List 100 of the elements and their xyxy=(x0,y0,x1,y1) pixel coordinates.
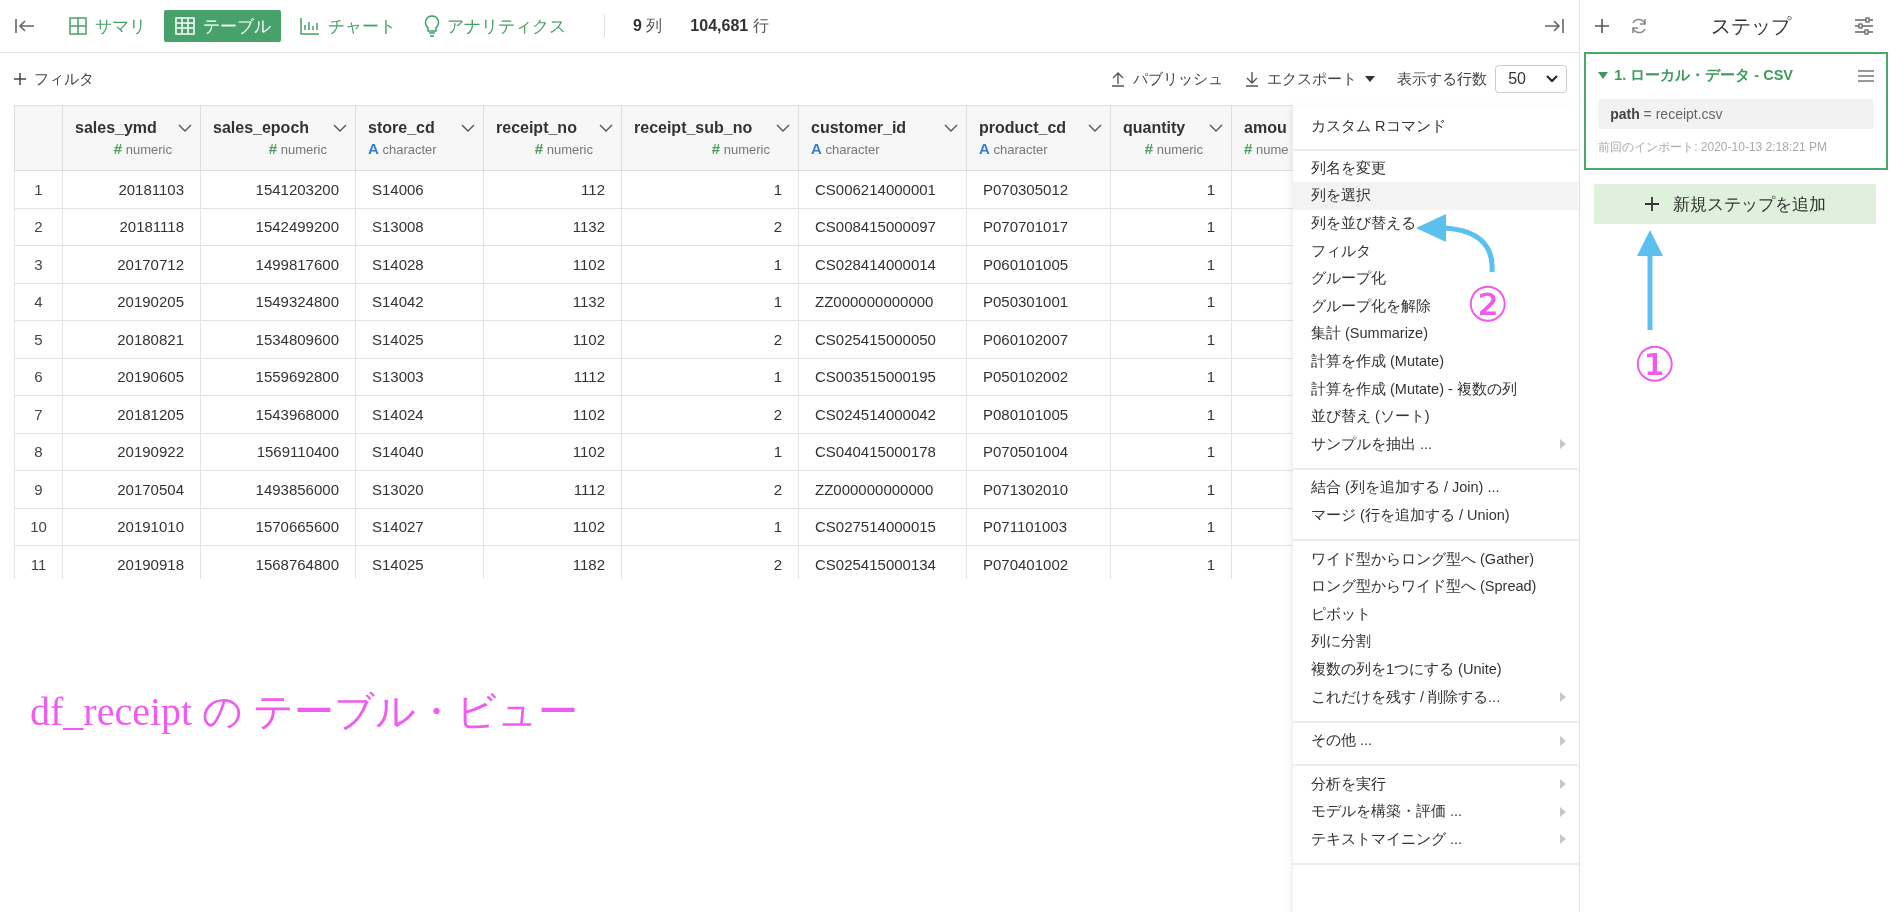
table-cell: 1 xyxy=(1110,433,1232,471)
expand-right-icon[interactable] xyxy=(1543,17,1566,35)
table-cell: S14027 xyxy=(355,508,484,546)
menu-item[interactable]: モデルを構築・評価 ... xyxy=(1293,798,1578,826)
chevron-icon[interactable] xyxy=(333,124,347,132)
column-header[interactable]: product_cd A character xyxy=(966,105,1111,171)
caret-icon xyxy=(1365,76,1376,82)
table-cell: S14025 xyxy=(355,320,484,358)
table-cell: P071101003 xyxy=(966,508,1111,546)
chevron-icon[interactable] xyxy=(944,124,958,132)
column-header[interactable]: customer_id A character xyxy=(798,105,967,171)
menu-icon[interactable] xyxy=(1858,69,1874,82)
table-cell: 1102 xyxy=(483,433,622,471)
step-parameter: path = receipt.csv xyxy=(1598,99,1874,129)
step-marker: ① xyxy=(1633,340,1677,388)
table-cell: 1 xyxy=(1110,395,1232,433)
menu-item[interactable]: グループ化を解除 xyxy=(1293,292,1431,321)
submenu-arrow-icon xyxy=(1560,692,1566,703)
chevron-icon[interactable] xyxy=(1088,124,1102,132)
table-cell: 1 xyxy=(621,358,799,396)
menu-item[interactable]: テキストマイニング ... xyxy=(1293,825,1578,854)
table-cell: P080101005 xyxy=(966,395,1111,433)
table-cell: 1 xyxy=(1110,283,1232,321)
table-cell: CS006214000001 xyxy=(798,170,967,208)
table-cell: P050102002 xyxy=(966,358,1111,396)
table-cell: 20190205 xyxy=(62,283,201,321)
lightbulb-icon xyxy=(424,15,440,37)
plus-icon xyxy=(1644,197,1659,211)
menu-item[interactable]: ピボット xyxy=(1293,600,1371,629)
table-cell: 1493856000 xyxy=(200,470,356,508)
menu-item[interactable]: 列を選択 xyxy=(1293,182,1578,210)
table-cell: 1 xyxy=(621,245,799,283)
add-step-button[interactable]: 新規ステップを追加 xyxy=(1594,184,1876,224)
menu-item[interactable]: 列を並び替える xyxy=(1293,209,1416,238)
column-header[interactable]: quantity # numeric xyxy=(1110,105,1232,171)
column-header[interactable]: sales_ymd # numeric xyxy=(62,105,201,171)
chevron-icon[interactable] xyxy=(461,124,475,132)
menu-item[interactable]: 集計 (Summarize) xyxy=(1293,320,1428,348)
chevron-icon[interactable] xyxy=(1209,124,1223,132)
chevron-icon[interactable] xyxy=(776,124,790,132)
column-header[interactable]: receipt_no # numeric xyxy=(483,105,622,171)
publish-button[interactable]: パブリッシュ xyxy=(1111,69,1224,89)
menu-item[interactable]: 分析を実行 xyxy=(1293,770,1578,799)
menu-item[interactable]: 計算を作成 (Mutate) xyxy=(1293,347,1444,376)
table-cell: S14042 xyxy=(355,283,484,321)
menu-item[interactable]: 結合 (列を追加する / Join) ... xyxy=(1293,474,1500,502)
chevron-icon[interactable] xyxy=(599,124,613,132)
table-cell: ZZ000000000000 xyxy=(798,470,967,508)
step-card[interactable]: 1. ローカル・データ - CSV path = receipt.csv 前回のインポート: 2020-10-13 2:18:21 PM xyxy=(1584,52,1888,170)
column-header[interactable]: sales_epoch # numeric xyxy=(200,105,356,171)
table-cell: 1 xyxy=(621,283,799,321)
export-button[interactable]: エクスポート xyxy=(1245,69,1376,89)
refresh-icon[interactable] xyxy=(1630,17,1649,35)
menu-item[interactable]: ロング型からワイド型へ (Spread) xyxy=(1293,572,1537,601)
table-cell: 112 xyxy=(483,170,622,208)
caret-icon[interactable] xyxy=(1598,71,1609,80)
table-cell: 1102 xyxy=(483,395,622,433)
table-cell: P070305012 xyxy=(966,170,1111,208)
column-header[interactable]: store_cd A character xyxy=(355,105,484,171)
table-cell: 1542499200 xyxy=(200,208,356,246)
import-time: 前回のインポート: 2020-10-13 2:18:21 PM xyxy=(1598,139,1828,156)
table-cell: S14024 xyxy=(355,395,484,433)
table-cell: CS027514000015 xyxy=(798,508,967,546)
menu-item[interactable]: 複数の列を1つにする (Unite) xyxy=(1293,655,1502,684)
table-cell: 20181103 xyxy=(62,170,201,208)
rows-label: 表示する行数 xyxy=(1397,69,1488,89)
table-cell: 1543968000 xyxy=(200,395,356,433)
row-number: 7 xyxy=(14,395,63,433)
submenu-arrow-icon xyxy=(1560,735,1566,746)
menu-item[interactable]: グループ化 xyxy=(1293,264,1386,293)
menu-item[interactable]: サンプルを抽出 ... xyxy=(1293,430,1578,459)
settings-icon[interactable] xyxy=(1854,17,1874,35)
chevron-icon[interactable] xyxy=(178,124,192,132)
column-header[interactable]: amou # nume xyxy=(1231,105,1293,171)
menu-item[interactable]: マージ (行を追加する / Union) xyxy=(1293,501,1510,530)
menu-item[interactable]: フィルタ xyxy=(1293,237,1371,265)
filter-button[interactable]: フィルタ xyxy=(14,69,94,89)
table-cell: S13008 xyxy=(355,208,484,246)
table-cell: 1 xyxy=(1110,508,1232,546)
collapse-left-icon[interactable] xyxy=(14,17,36,35)
column-header[interactable]: receipt_sub_no # numeric xyxy=(621,105,799,171)
menu-item[interactable]: 計算を作成 (Mutate) - 複数の列 xyxy=(1293,375,1517,403)
table-cell: 1559692800 xyxy=(200,358,356,396)
rows-select[interactable]: 50 xyxy=(1495,65,1568,93)
table-cell: CS028414000014 xyxy=(798,245,967,283)
table-cell: S13003 xyxy=(355,358,484,396)
menu-item[interactable]: カスタム Rコマンド xyxy=(1293,113,1446,141)
table-cell: 20190922 xyxy=(62,433,201,471)
table-cell: 2 xyxy=(621,395,799,433)
menu-item[interactable]: ワイド型からロング型へ (Gather) xyxy=(1293,545,1534,573)
menu-item[interactable]: 並び替え (ソート) xyxy=(1293,402,1430,431)
table-cell: 1132 xyxy=(483,208,622,246)
row-number: 2 xyxy=(14,208,63,246)
step-marker: ② xyxy=(1466,280,1510,328)
menu-item[interactable]: 列名を変更 xyxy=(1293,154,1386,183)
menu-item[interactable]: これだけを残す / 削除する... xyxy=(1293,683,1578,711)
add-icon[interactable] xyxy=(1594,18,1611,34)
menu-item[interactable]: その他 ... xyxy=(1293,726,1578,755)
menu-item[interactable]: 列に分割 xyxy=(1293,628,1371,656)
table-cell: 20180821 xyxy=(62,320,201,358)
